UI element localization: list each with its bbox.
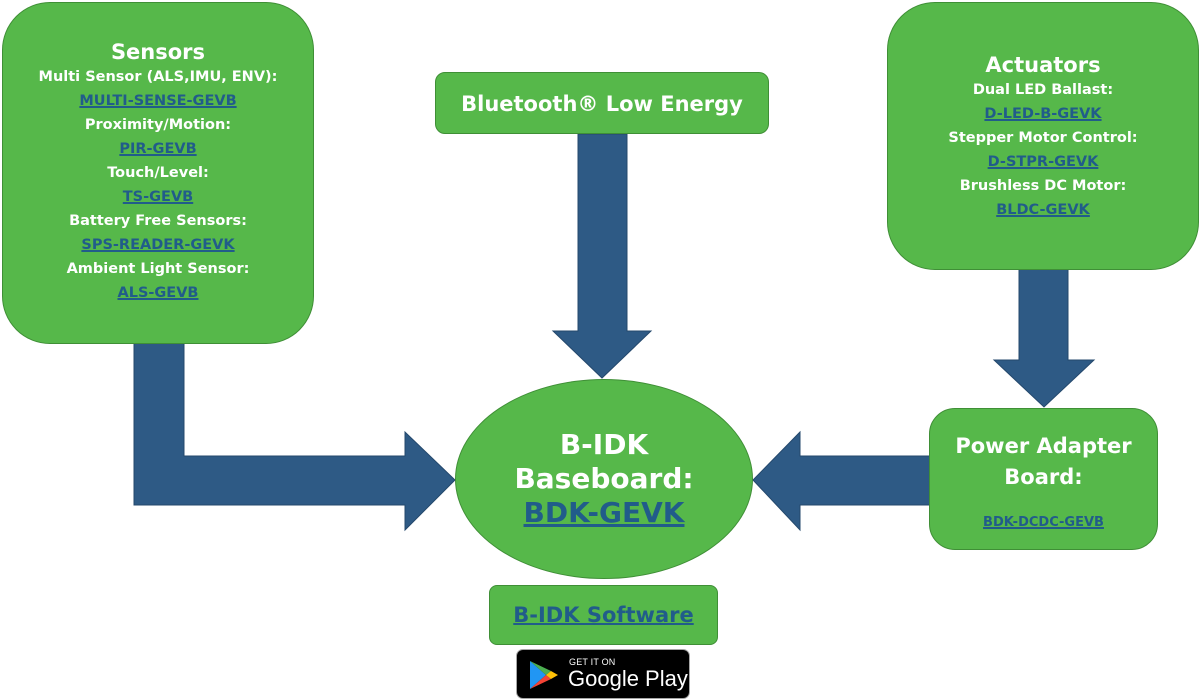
actuator-link-d-led-b[interactable]: D-LED-B-GEVK <box>984 102 1101 126</box>
power-adapter-line2: Board: <box>1004 465 1083 489</box>
arrow-power-adapter-to-baseboard <box>752 430 933 532</box>
software-link[interactable]: B-IDK Software <box>513 586 693 644</box>
sensor-link-ts[interactable]: TS-GEVB <box>123 185 193 209</box>
google-play-icon <box>530 661 558 689</box>
sensors-box: Sensors Multi Sensor (ALS,IMU, ENV): MUL… <box>2 2 314 344</box>
actuator-link-bldc[interactable]: BLDC-GEVK <box>996 198 1090 222</box>
sensor-link-pir[interactable]: PIR-GEVB <box>119 137 196 161</box>
actuators-box: Actuators Dual LED Ballast: D-LED-B-GEVK… <box>887 2 1199 270</box>
baseboard-line2: Baseboard: <box>514 462 694 495</box>
software-box: B-IDK Software <box>489 585 718 645</box>
sensor-label: Ambient Light Sensor: <box>66 261 250 277</box>
ble-box: Bluetooth® Low Energy <box>435 72 769 134</box>
sensor-link-multi-sense[interactable]: MULTI-SENSE-GEVB <box>79 89 236 113</box>
power-adapter-link[interactable]: BDK-DCDC-GEVB <box>983 511 1104 535</box>
power-adapter-box: Power Adapter Board: BDK-DCDC-GEVB <box>929 408 1158 550</box>
baseboard-ellipse: B-IDK Baseboard: BDK-GEVK <box>455 379 753 579</box>
actuator-label: Dual LED Ballast: <box>972 82 1114 98</box>
baseboard-link[interactable]: BDK-GEVK <box>524 496 685 530</box>
arrow-ble-to-baseboard <box>551 133 653 379</box>
sensor-label: Battery Free Sensors: <box>69 213 247 229</box>
actuator-link-d-stpr[interactable]: D-STPR-GEVK <box>988 150 1099 174</box>
sensor-label: Proximity/Motion: <box>84 117 232 133</box>
actuator-label: Stepper Motor Control: <box>948 130 1138 146</box>
baseboard-line1: B-IDK <box>559 428 649 461</box>
actuators-title: Actuators <box>985 53 1101 77</box>
sensor-link-als[interactable]: ALS-GEVB <box>117 281 198 305</box>
power-adapter-line1: Power Adapter <box>955 434 1132 458</box>
ble-title: Bluetooth® Low Energy <box>461 92 743 116</box>
google-play-badge[interactable]: GET IT ON Google Play <box>516 649 690 699</box>
sensors-title: Sensors <box>110 40 206 64</box>
arrow-sensors-to-baseboard <box>133 339 456 532</box>
arrow-actuators-to-power-adapter <box>992 267 1096 408</box>
google-play-big-text: Google Play <box>568 666 688 691</box>
sensor-link-sps-reader[interactable]: SPS-READER-GEVK <box>81 233 234 257</box>
actuator-label: Brushless DC Motor: <box>959 178 1127 194</box>
sensor-label: Multi Sensor (ALS,IMU, ENV): <box>38 69 278 85</box>
sensor-label: Touch/Level: <box>107 165 209 181</box>
